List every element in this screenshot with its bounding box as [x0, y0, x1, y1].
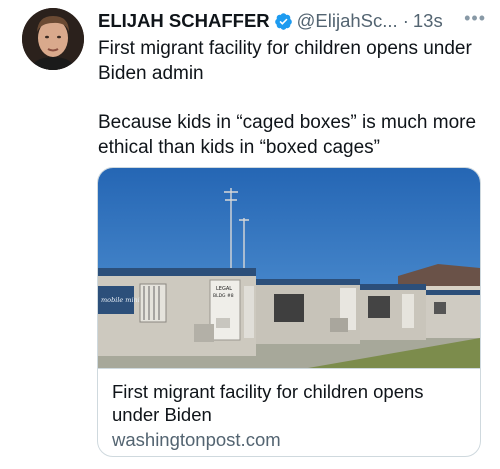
tweet-text-line2: Because kids in “caged boxes” is much mo…	[98, 112, 477, 158]
tweet-text: First migrant facility for children open…	[98, 36, 488, 160]
card-title[interactable]: First migrant facility for children open…	[112, 380, 466, 426]
display-name[interactable]: ELIJAH SCHAFFER	[98, 10, 270, 32]
door-sign-line1: LEGAL	[216, 286, 232, 292]
tweet-text-line1: First migrant facility for children open…	[98, 38, 472, 84]
verified-badge-icon	[274, 12, 292, 30]
avatar-photo	[22, 8, 84, 70]
timestamp[interactable]: 13s	[413, 10, 443, 32]
card-domain[interactable]: washingtonpost.com	[112, 428, 466, 452]
tweet-header: ELIJAH SCHAFFER @ElijahSc... · 13s •••	[98, 9, 486, 33]
trailer-sign-text: mobile mini	[101, 296, 140, 304]
card-image: mobile mini LEGAL BLDG #8	[98, 168, 480, 368]
user-handle[interactable]: @ElijahSc...	[297, 10, 398, 32]
link-preview-card[interactable]: mobile mini LEGAL BLDG #8 First migrant …	[97, 167, 481, 457]
avatar[interactable]	[22, 8, 84, 70]
separator-dot: ·	[402, 10, 409, 31]
more-dots-icon[interactable]: •••	[464, 9, 486, 33]
door-sign-line2: BLDG #8	[213, 293, 234, 299]
card-body[interactable]: First migrant facility for children open…	[98, 368, 480, 456]
